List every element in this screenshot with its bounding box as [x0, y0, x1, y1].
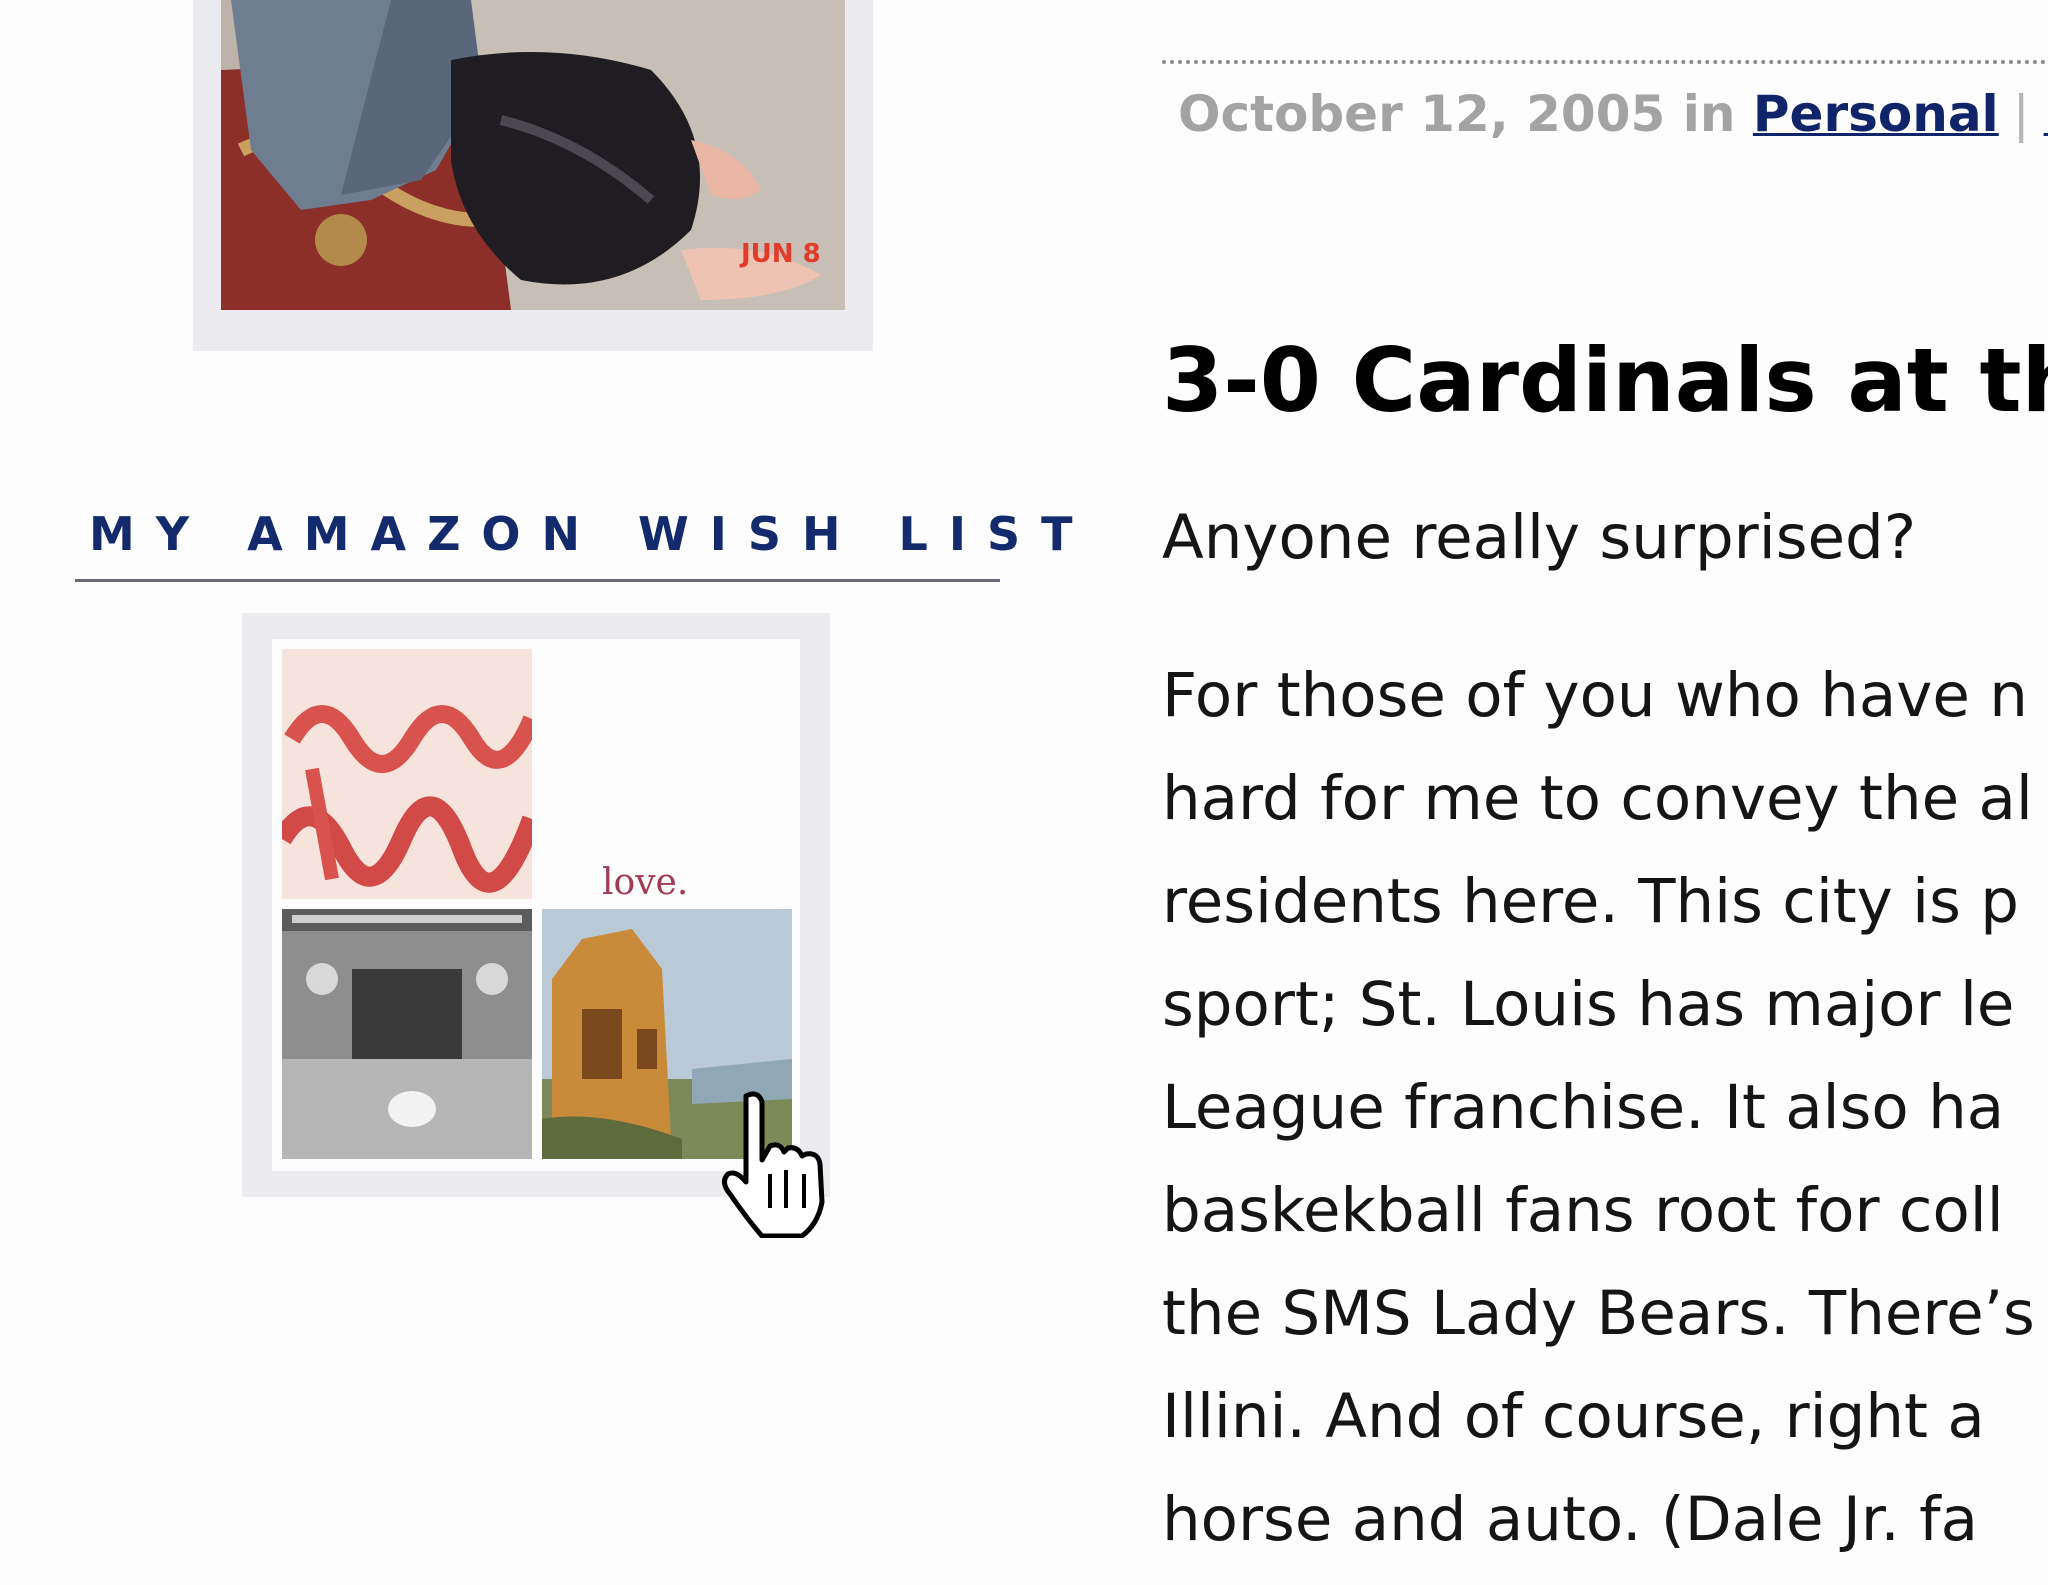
- post-body-line: hard for me to convey the al: [1162, 763, 2033, 834]
- post-body: For those of you who have n hard for me …: [1162, 658, 2035, 1585]
- photo-date-stamp: JUN 8: [739, 239, 821, 269]
- post-body-line: horse and auto. (Dale Jr. fa: [1162, 1484, 1979, 1555]
- meta-separator: |: [2012, 85, 2030, 143]
- wishlist-item-2[interactable]: love.: [542, 649, 792, 899]
- post-in-word: in: [1682, 85, 1736, 143]
- post-body-line: sport; St. Louis has major le: [1162, 969, 2015, 1040]
- post-body-line: the SMS Lady Bears. There’s: [1162, 1278, 2035, 1349]
- wishlist-cover-text: love.: [602, 862, 688, 899]
- post-title[interactable]: 3-0 Cardinals at the: [1162, 326, 2048, 436]
- post-body-line: baskekball fans root for coll: [1162, 1175, 2004, 1246]
- sidebar-photo[interactable]: JUN 8: [221, 0, 845, 310]
- post-lead: Anyone really surprised?: [1162, 502, 1917, 573]
- post-divider: [1162, 60, 2048, 64]
- category-link-personal[interactable]: Personal: [1753, 85, 1999, 143]
- wishlist-item-3[interactable]: [282, 909, 532, 1159]
- post-body-line: For those of you who have n: [1162, 660, 2028, 731]
- post-body-line: Illini. And of course, right a: [1162, 1381, 1985, 1452]
- permalink-link[interactable]: Pe: [2044, 85, 2048, 143]
- post-date: October 12, 2005: [1178, 85, 1666, 143]
- post-body-line: residents here. This city is p: [1162, 866, 2020, 937]
- post-body-line: League franchise. It also ha: [1162, 1072, 2005, 1143]
- post-meta: October 12, 2005 in Personal|Pe: [1178, 82, 2048, 146]
- wishlist-item-1[interactable]: [282, 649, 532, 899]
- wishlist-heading: MY AMAZON WISH LIST: [75, 496, 1072, 582]
- hand-pointer-cursor-icon: [718, 1090, 830, 1239]
- sidebar-photo-frame: JUN 8: [193, 0, 873, 351]
